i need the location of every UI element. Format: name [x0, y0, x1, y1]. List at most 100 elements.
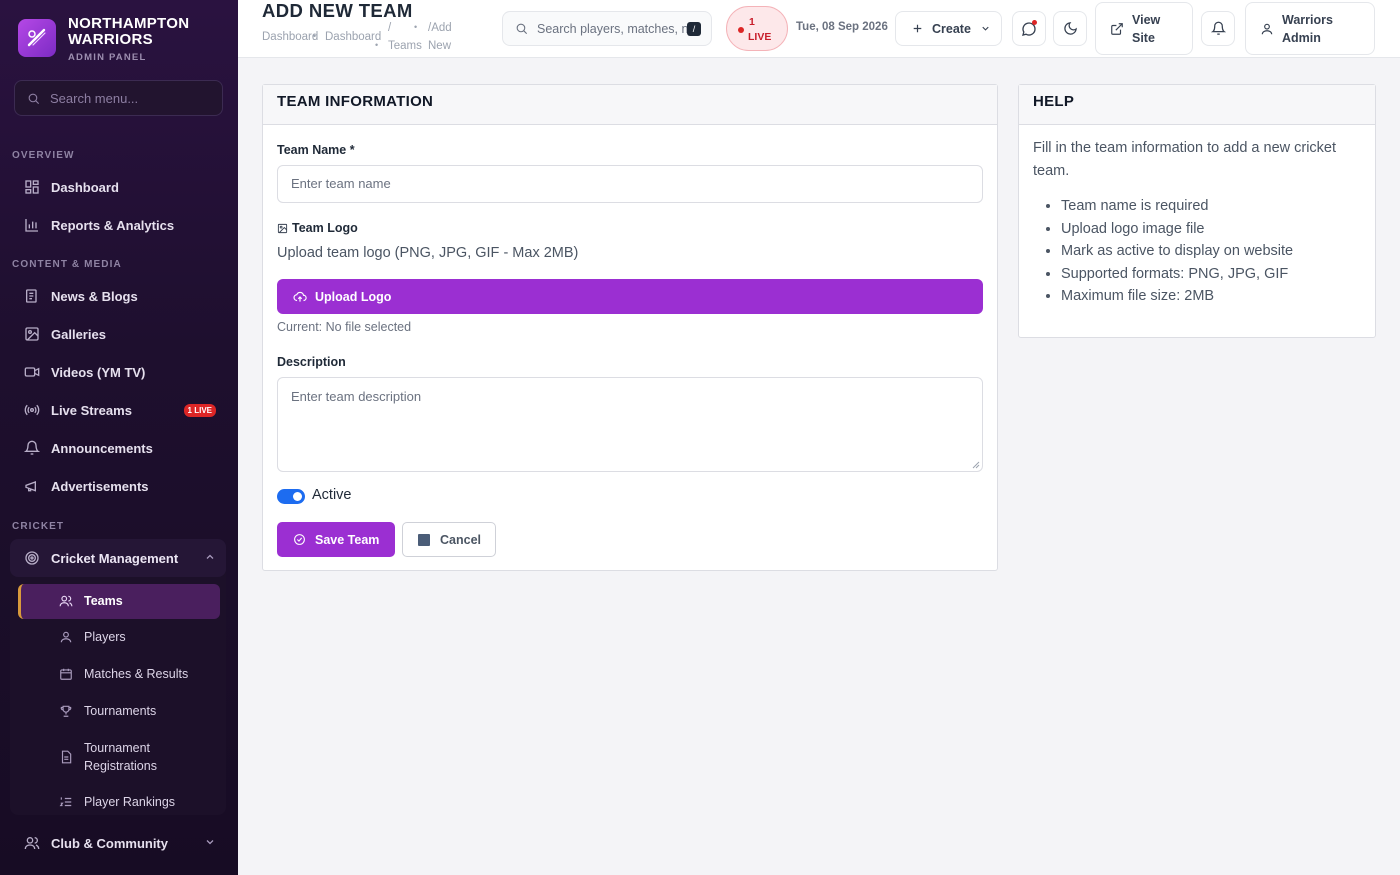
- sidebar-item-cricket-management[interactable]: Cricket Management: [10, 539, 226, 577]
- sidebar-item-videos[interactable]: Videos (YM TV): [10, 354, 226, 390]
- help-list-item: Supported formats: PNG, JPG, GIF: [1061, 263, 1293, 286]
- live-indicator[interactable]: 1 LIVE: [726, 6, 788, 51]
- sidebar-item-label: News & Blogs: [51, 288, 138, 304]
- help-title: HELP: [1019, 85, 1375, 125]
- chevron-up-icon: [204, 551, 216, 566]
- calendar-icon: [58, 667, 74, 681]
- bell-icon: [23, 439, 41, 457]
- notifications-button[interactable]: [1201, 11, 1235, 46]
- breadcrumb-dashboard[interactable]: Dashboard: [262, 31, 318, 43]
- sidebar-item-galleries[interactable]: Galleries: [10, 316, 226, 352]
- sidebar-subitem-rankings[interactable]: Player Rankings: [46, 793, 218, 811]
- current-date: Tue, 08 Sep 2026: [796, 21, 888, 33]
- trophy-icon: [58, 704, 74, 718]
- brand[interactable]: NORTHAMPTON WARRIORS ADMIN PANEL: [0, 0, 238, 70]
- theme-toggle-button[interactable]: [1053, 11, 1087, 46]
- check-circle-icon: [294, 534, 305, 545]
- resize-handle-icon[interactable]: [972, 461, 980, 469]
- sidebar-subitem-label: Teams: [84, 594, 123, 608]
- upload-logo-button[interactable]: Upload Logo: [277, 279, 983, 314]
- help-list-item: Maximum file size: 2MB: [1061, 285, 1293, 308]
- broadcast-icon: [23, 401, 41, 419]
- moon-icon: [1063, 22, 1077, 35]
- section-content: CONTENT & MEDIA: [12, 259, 122, 270]
- messages-button[interactable]: [1012, 11, 1046, 46]
- sidebar-item-live-streams[interactable]: Live Streams 1 LIVE: [10, 392, 226, 428]
- breadcrumb-teams[interactable]: Teams: [388, 40, 422, 52]
- sidebar-item-reports[interactable]: Reports & Analytics: [10, 207, 226, 243]
- cancel-button[interactable]: Cancel: [402, 522, 496, 557]
- active-toggle[interactable]: [277, 489, 305, 504]
- sidebar-item-dashboard[interactable]: Dashboard: [10, 169, 226, 205]
- chevron-down-icon: [982, 26, 989, 31]
- community-icon: [23, 834, 41, 852]
- live-badge: 1 LIVE: [183, 403, 216, 417]
- sidebar-item-advertisements[interactable]: Advertisements: [10, 468, 226, 504]
- sidebar-search-input[interactable]: Search menu...: [14, 80, 223, 116]
- team-logo-label: Team Logo: [292, 221, 358, 235]
- help-intro: Fill in the team information to add a ne…: [1033, 140, 1337, 179]
- sidebar-subitem-teams[interactable]: Teams: [46, 592, 218, 610]
- breadcrumb-add: /Add: [428, 22, 452, 34]
- sidebar-subitem-matches[interactable]: Matches & Results: [46, 665, 218, 683]
- brand-name-line2: WARRIORS: [68, 31, 153, 48]
- sidebar-item-news[interactable]: News & Blogs: [10, 278, 226, 314]
- create-button[interactable]: Create: [895, 11, 1002, 46]
- team-name-placeholder: Enter team name: [291, 176, 391, 191]
- sidebar-subitem-tournaments[interactable]: Tournaments: [46, 702, 218, 720]
- external-link-icon: [1111, 22, 1123, 35]
- sidebar-item-label: Videos (YM TV): [51, 364, 146, 380]
- bar-chart-icon: [23, 216, 41, 234]
- description-textarea[interactable]: Enter team description: [277, 377, 983, 472]
- live-count: 1: [749, 16, 755, 28]
- image-icon: [277, 223, 288, 233]
- user-name-line2: Admin: [1282, 30, 1321, 45]
- view-site-button[interactable]: View Site: [1095, 2, 1193, 55]
- search-icon: [28, 93, 39, 104]
- sidebar-subitem-registrations[interactable]: Tournament Registrations: [46, 739, 218, 775]
- help-card: HELP Fill in the team information to add…: [1018, 84, 1376, 338]
- chevron-down-icon: [204, 836, 216, 851]
- brand-logo-icon: [18, 19, 56, 57]
- cloud-upload-icon: [293, 291, 307, 302]
- plus-icon: [913, 24, 922, 33]
- save-team-label: Save Team: [315, 532, 380, 547]
- view-site-label-line2: Site: [1132, 30, 1155, 45]
- section-cricket: CRICKET: [12, 521, 65, 532]
- breadcrumb-new: New: [428, 40, 452, 52]
- search-icon: [516, 23, 527, 34]
- user-menu-button[interactable]: Warriors Admin: [1245, 2, 1375, 55]
- active-toggle-label: Active: [312, 487, 352, 503]
- help-list: Team name is required Upload logo image …: [1061, 195, 1293, 308]
- sidebar-subitem-label-line1: Tournament: [84, 741, 151, 755]
- sidebar-item-club-community[interactable]: Club & Community: [10, 825, 226, 861]
- breadcrumb-dashboard-2[interactable]: Dashboard: [325, 31, 381, 43]
- sidebar-item-announcements[interactable]: Announcements: [10, 430, 226, 466]
- brand-subtitle: ADMIN PANEL: [68, 52, 147, 63]
- breadcrumb-dot: •: [313, 31, 317, 41]
- global-search-placeholder: Search players, matches, n: [537, 21, 689, 36]
- section-overview: OVERVIEW: [12, 150, 75, 161]
- bell-icon: [1210, 21, 1226, 35]
- global-search-input[interactable]: Search players, matches, n /: [502, 11, 712, 46]
- breadcrumb-dot-2: •: [375, 40, 379, 50]
- sidebar-subitem-label-line2: Registrations: [84, 759, 157, 773]
- file-icon: [58, 750, 74, 764]
- sidebar-subitem-players[interactable]: Players: [46, 628, 218, 646]
- image-icon: [23, 325, 41, 343]
- sidebar-subitem-label: Tournaments: [84, 704, 157, 718]
- live-label: LIVE: [748, 31, 772, 43]
- sidebar-item-label: Advertisements: [51, 478, 149, 494]
- save-team-button[interactable]: Save Team: [277, 522, 395, 557]
- sidebar-item-label: Club & Community: [51, 835, 168, 851]
- topbar: ADD NEW TEAM Dashboard • Dashboard / • T…: [238, 0, 1400, 58]
- breadcrumb-separator: /: [388, 22, 392, 34]
- sidebar-subitem-label: Matches & Results: [84, 667, 189, 681]
- team-logo-hint: Upload team logo (PNG, JPG, GIF - Max 2M…: [277, 245, 579, 261]
- team-name-input[interactable]: Enter team name: [277, 165, 983, 203]
- sidebar-search-placeholder: Search menu...: [50, 90, 139, 106]
- breadcrumb-dot-3: •: [414, 22, 418, 32]
- cancel-label: Cancel: [440, 532, 481, 547]
- cancel-icon: [418, 533, 430, 546]
- description-label: Description: [277, 355, 346, 369]
